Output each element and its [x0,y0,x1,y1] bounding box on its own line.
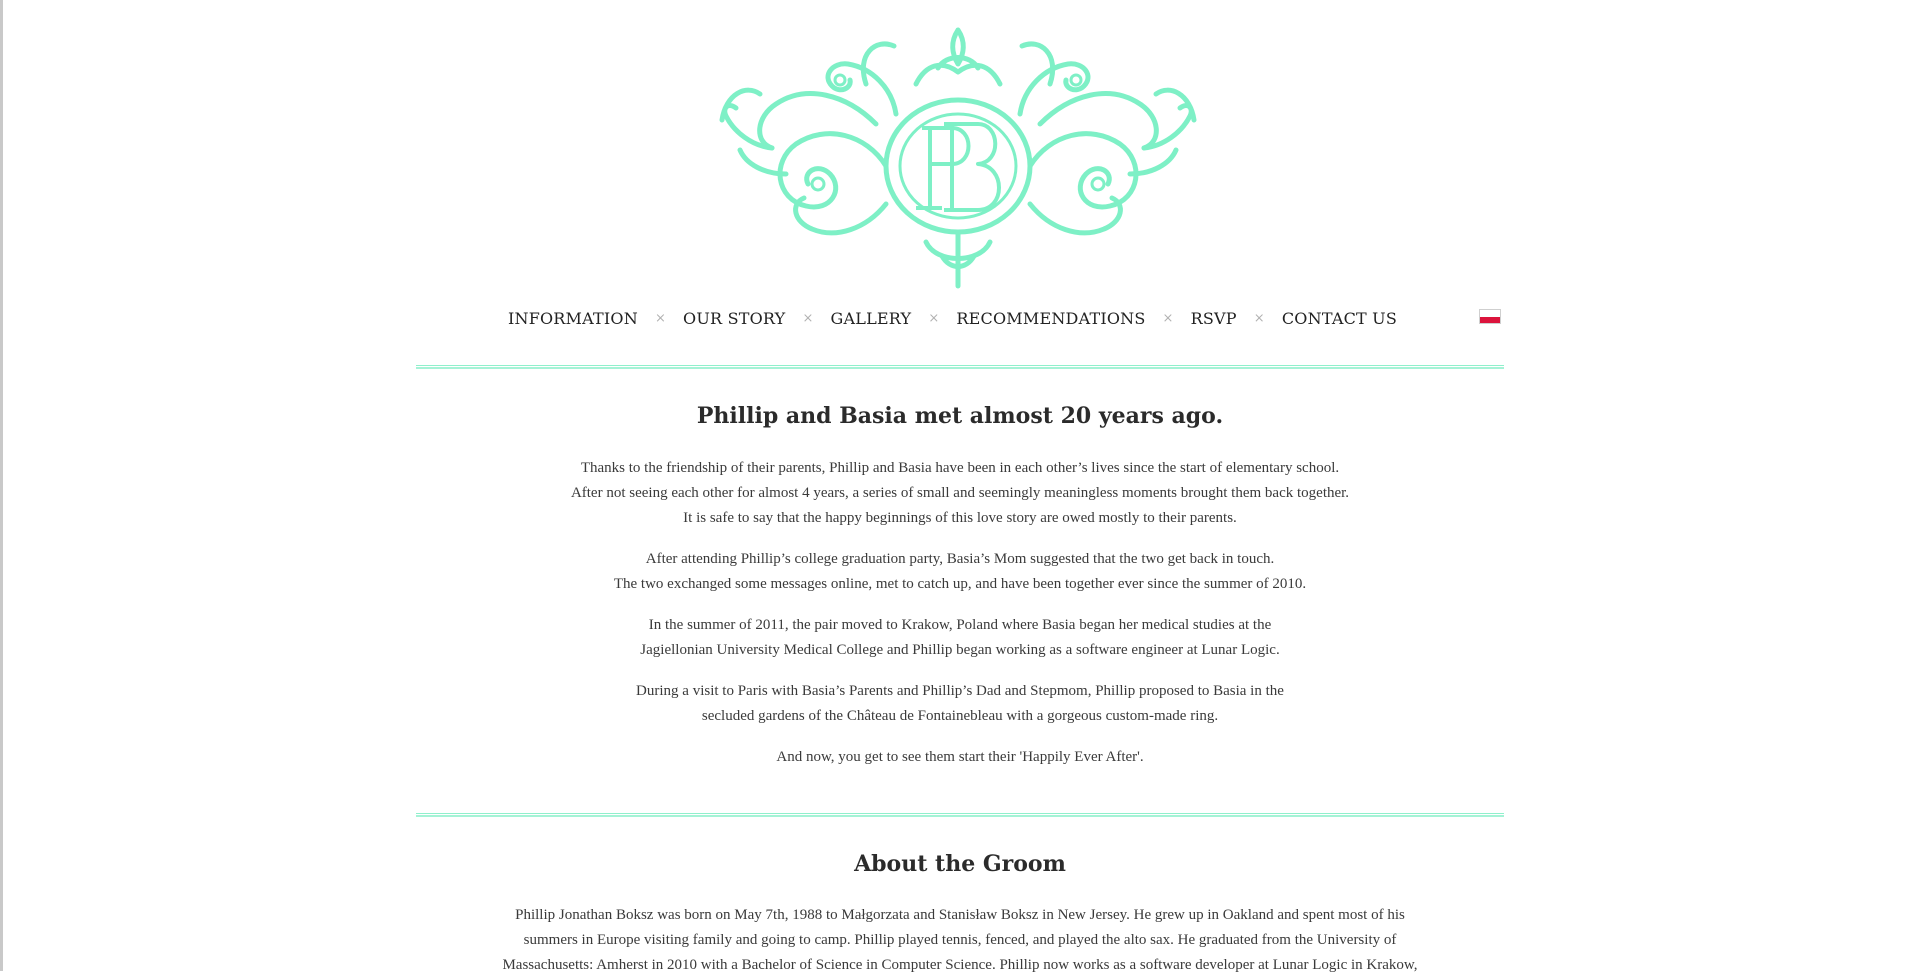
divider-top [416,365,1504,369]
nav-separator: × [654,310,667,326]
nav-separator: × [802,310,814,326]
groom-line: Phillip Jonathan Boksz was born on May 7… [515,907,1405,923]
story-line: After not seeing each other for almost 4… [570,485,1350,501]
nav-our-story[interactable]: OUR STORY [683,309,785,328]
story-heading: Phillip and Basia met almost 20 years ag… [696,403,1224,429]
nav-separator: × [1253,310,1265,326]
story-line: Thanks to the friendship of their parent… [580,460,1340,476]
story-line: After attending Phillip’s college gradua… [645,551,1275,567]
monogram-crest-logo [719,27,1197,289]
story-line: In the summer of 2011, the pair moved to… [648,617,1272,633]
story-section: Phillip and Basia met almost 20 years ag… [416,403,1504,770]
story-line: Jagiellonian University Medical College … [640,642,1280,658]
groom-paragraph: Phillip Jonathan Boksz was born on May 7… [416,903,1504,978]
nav-separator: × [1162,310,1174,326]
nav-separator: × [928,310,940,326]
divider-middle [416,813,1504,817]
nav-contact-us[interactable]: CONTACT US [1282,309,1397,328]
story-line: It is safe to say that the happy beginni… [683,510,1237,526]
story-line: The two exchanged some messages online, … [613,576,1307,592]
nav-gallery[interactable]: GALLERY [831,309,912,328]
groom-section: About the Groom Phillip Jonathan Boksz w… [416,851,1504,978]
story-line: And now, you get to see them start their… [776,749,1144,765]
groom-line: Massachusetts: Amherst in 2010 with a Ba… [502,957,1418,973]
groom-heading: About the Groom [854,851,1066,877]
story-paragraph: Thanks to the friendship of their parent… [416,456,1504,531]
window-left-edge [0,0,3,971]
story-paragraph: In the summer of 2011, the pair moved to… [416,613,1504,663]
story-paragraph: And now, you get to see them start their… [416,745,1504,770]
story-paragraph: During a visit to Paris with Basia’s Par… [416,679,1504,729]
story-paragraph: After attending Phillip’s college gradua… [416,547,1504,597]
groom-line: summers in Europe visiting family and go… [523,932,1397,948]
poland-flag-icon[interactable] [1479,309,1501,324]
nav-recommendations[interactable]: RECOMMENDATIONS [956,309,1145,328]
story-line: secluded gardens of the Château de Fonta… [701,708,1219,724]
main-nav: INFORMATION × OUR STORY × GALLERY × RECO… [0,306,1905,330]
story-line: During a visit to Paris with Basia’s Par… [636,683,1284,699]
nav-information[interactable]: INFORMATION [508,309,638,328]
nav-rsvp[interactable]: RSVP [1191,309,1237,328]
